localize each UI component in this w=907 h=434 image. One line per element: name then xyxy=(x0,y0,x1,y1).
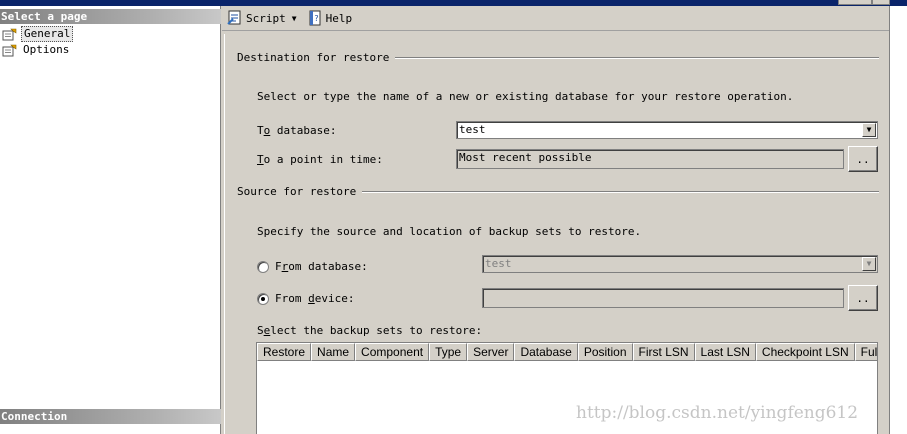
from-device-label: From device: xyxy=(275,292,355,305)
page-list: General Options xyxy=(2,26,74,58)
label-part: lect the backup sets to restore: xyxy=(270,324,483,337)
left-pane: Select a page General Options Connection xyxy=(0,6,221,434)
page-item-options[interactable]: Options xyxy=(2,42,73,58)
from-device-browse-button[interactable]: .. xyxy=(848,285,878,311)
column-header-first-lsn[interactable]: First LSN xyxy=(632,343,695,361)
source-group-header: Source for restore xyxy=(237,185,879,198)
column-header-component[interactable]: Component xyxy=(355,343,430,361)
column-header-type[interactable]: Type xyxy=(429,343,468,361)
connection-header: Connection xyxy=(0,409,221,424)
page-item-label: General xyxy=(21,26,74,42)
from-database-radio-option[interactable]: From database: xyxy=(257,260,368,273)
source-instruction: Specify the source and location of backu… xyxy=(257,225,642,238)
window-control[interactable] xyxy=(838,0,872,5)
label-mnemonic: d xyxy=(308,292,315,305)
from-database-label: From database: xyxy=(275,260,368,273)
group-divider xyxy=(362,190,879,193)
destination-instruction: Select or type the name of a new or exis… xyxy=(257,90,794,103)
destination-title: Destination for restore xyxy=(237,51,390,64)
to-database-combo[interactable]: test ▼ xyxy=(456,121,878,139)
page-item-label: Options xyxy=(23,43,70,56)
label-mnemonic: T xyxy=(257,153,264,166)
label-part: T xyxy=(257,124,264,137)
chevron-down-icon[interactable]: ▼ xyxy=(862,123,876,137)
point-in-time-label: To a point in time: xyxy=(257,153,383,166)
from-database-radio[interactable] xyxy=(257,260,269,273)
help-button[interactable]: ? Help xyxy=(305,8,355,28)
scroll-edge xyxy=(889,6,907,434)
label-part: database: xyxy=(270,124,337,137)
column-header-name[interactable]: Name xyxy=(311,343,356,361)
to-database-label: To database: xyxy=(257,124,336,137)
destination-group-header: Destination for restore xyxy=(237,51,879,64)
page-icon xyxy=(2,44,17,56)
label-part: From xyxy=(275,292,309,305)
help-icon: ? xyxy=(309,10,321,26)
source-title: Source for restore xyxy=(237,185,357,198)
general-page-content: Destination for restore Select or type t… xyxy=(224,34,889,434)
from-database-combo[interactable]: test ▼ xyxy=(482,255,878,273)
page-item-general[interactable]: General xyxy=(2,26,74,42)
select-page-header: Select a page xyxy=(0,9,221,24)
script-label: Script xyxy=(246,11,286,25)
point-in-time-value: Most recent possible xyxy=(459,151,592,164)
column-header-position[interactable]: Position xyxy=(577,343,633,361)
column-header-restore[interactable]: Restore xyxy=(257,343,312,361)
label-part: S xyxy=(257,324,264,337)
to-database-value: test xyxy=(459,123,486,136)
from-database-value: test xyxy=(485,257,512,270)
column-header-full-lsn[interactable]: Full LSN xyxy=(854,343,877,361)
window-control[interactable] xyxy=(872,0,890,5)
label-part: F xyxy=(275,260,282,273)
from-device-radio[interactable] xyxy=(257,292,269,305)
from-device-field xyxy=(482,288,844,308)
svg-text:?: ? xyxy=(314,14,318,23)
backup-sets-label: Select the backup sets to restore: xyxy=(257,324,482,337)
from-device-radio-option[interactable]: From device: xyxy=(257,292,355,305)
label-part: o a point in time: xyxy=(263,153,383,166)
point-in-time-browse-button[interactable]: .. xyxy=(848,146,878,172)
column-header-last-lsn[interactable]: Last LSN xyxy=(694,343,756,361)
group-divider xyxy=(395,56,879,59)
column-header-checkpoint-lsn[interactable]: Checkpoint LSN xyxy=(755,343,855,361)
column-header-server[interactable]: Server xyxy=(467,343,515,361)
dropdown-arrow-icon[interactable]: ▼ xyxy=(292,14,297,23)
column-header-database[interactable]: Database xyxy=(514,343,578,361)
chevron-down-icon[interactable]: ▼ xyxy=(862,257,876,271)
toolbar: Script ▼ ? Help xyxy=(222,6,890,31)
point-in-time-field: Most recent possible xyxy=(456,149,844,169)
script-button[interactable]: Script ▼ xyxy=(225,8,299,28)
backup-sets-grid[interactable]: Restore Name Component Type Server Datab… xyxy=(256,342,878,434)
help-label: Help xyxy=(325,11,353,25)
grid-header: Restore Name Component Type Server Datab… xyxy=(257,343,877,361)
page-icon xyxy=(2,28,17,40)
label-part: om database: xyxy=(288,260,368,273)
label-part: evice: xyxy=(314,292,355,305)
script-icon xyxy=(227,10,241,25)
